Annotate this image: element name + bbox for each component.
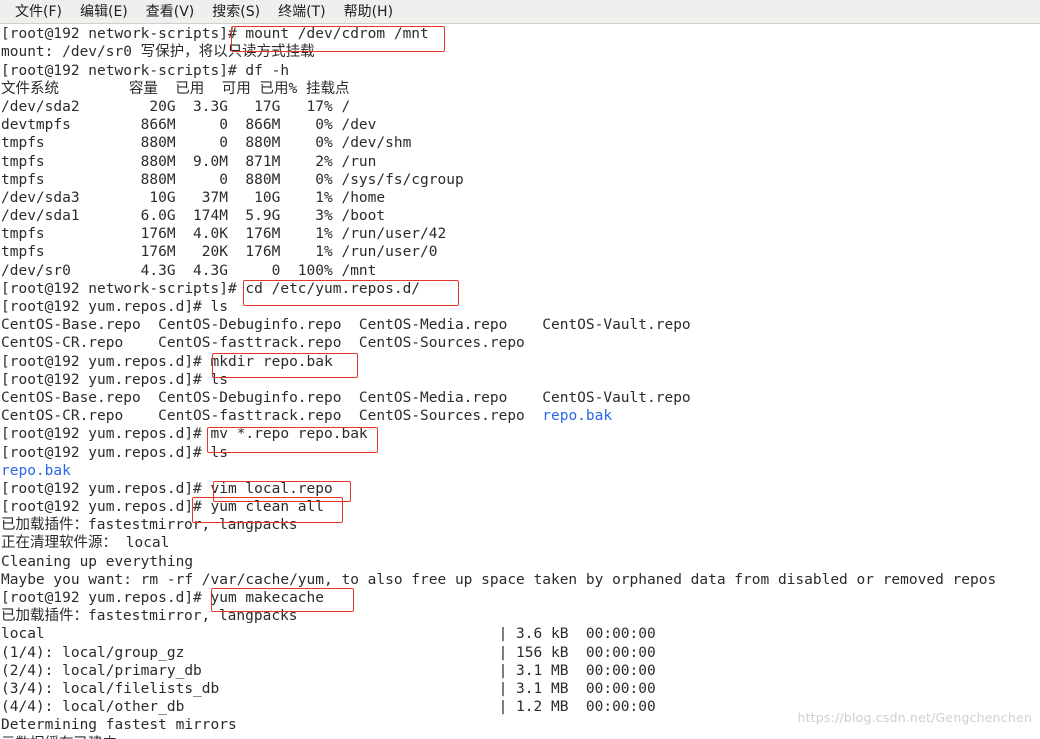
terminal-line-text: Maybe you want: rm -rf /var/cache/yum, t…: [1, 571, 997, 588]
terminal-line: Cleaning up everything: [0, 553, 1040, 571]
terminal-line: [root@192 yum.repos.d]# vim local.repo: [0, 480, 1040, 498]
terminal-line: /dev/sda1 6.0G 174M 5.9G 3% /boot: [0, 207, 1040, 225]
terminal-line-text: tmpfs 880M 9.0M 871M 2% /run: [1, 153, 377, 170]
terminal-line: devtmpfs 866M 0 866M 0% /dev: [0, 116, 1040, 134]
terminal-line: tmpfs 880M 0 880M 0% /sys/fs/cgroup: [0, 171, 1040, 189]
terminal-line-text: local | 3.6 kB 00:00:00: [1, 626, 656, 643]
terminal-line: tmpfs 880M 0 880M 0% /dev/shm: [0, 134, 1040, 152]
terminal-output-area[interactable]: mount: /dev/sr0 写保护, 将以只读方式挂载[root@192 n…: [0, 24, 1040, 739]
menu-item-edit[interactable]: 编辑(E): [71, 1, 137, 23]
terminal-line-text: CentOS-Base.repo CentOS-Debuginfo.repo C…: [1, 389, 691, 406]
terminal-line-text: [root@192 network-scripts]# df -h: [1, 62, 290, 79]
terminal-line-text: [root@192 yum.repos.d]# yum clean all: [1, 499, 325, 516]
terminal-line-text: (4/4): local/other_db | 1.2 MB 00:00:00: [1, 699, 656, 716]
terminal-line: tmpfs 880M 9.0M 871M 2% /run: [0, 153, 1040, 171]
terminal-line: [root@192 yum.repos.d]# ls: [0, 444, 1040, 462]
terminal-line: [root@192 network-scripts]# df -h: [0, 62, 1040, 80]
terminal-line-text: /dev/sda1 6.0G 174M 5.9G 3% /boot: [1, 208, 386, 225]
watermark-text: https://blog.csdn.net/Gengchenchen: [797, 710, 1032, 725]
terminal-line: tmpfs 176M 20K 176M 1% /run/user/0: [0, 243, 1040, 261]
terminal-line-text: (2/4): local/primary_db | 3.1 MB 00:00:0…: [1, 662, 656, 679]
terminal-line: [root@192 yum.repos.d]# yum makecache: [0, 589, 1040, 607]
menu-item-terminal[interactable]: 终端(T): [269, 1, 334, 23]
terminal-line-text: Cleaning up everything: [1, 553, 194, 570]
terminal-line: 正在清理软件源： local: [0, 534, 1040, 552]
terminal-line-text: [root@192 network-scripts]# mount /dev/c…: [1, 26, 429, 43]
terminal-line: 已加载插件：fastestmirror, langpacks: [0, 516, 1040, 534]
menu-item-file[interactable]: 文件(F): [6, 1, 71, 23]
terminal-line: [root@192 yum.repos.d]# ls: [0, 371, 1040, 389]
terminal-line-text: /dev/sda2 20G 3.3G 17G 17% /: [1, 98, 351, 115]
terminal-line-text: 已加载插件：fastestmirror, langpacks: [1, 517, 298, 534]
directory-name: repo.bak: [1, 462, 71, 479]
terminal-line: (3/4): local/filelists_db | 3.1 MB 00:00…: [0, 680, 1040, 698]
terminal-line: CentOS-CR.repo CentOS-fasttrack.repo Cen…: [0, 407, 1040, 425]
terminal-line-text: 已加载插件：fastestmirror, langpacks: [1, 608, 298, 625]
terminal-line-text: [root@192 yum.repos.d]# mv *.repo repo.b…: [1, 426, 368, 443]
terminal-line: /dev/sr0 4.3G 4.3G 0 100% /mnt: [0, 262, 1040, 280]
terminal-line-text: [root@192 yum.repos.d]# ls: [1, 371, 228, 388]
terminal-line: (1/4): local/group_gz | 156 kB 00:00:00: [0, 644, 1040, 662]
terminal-line: 元数据缓存已建立: [0, 735, 1040, 739]
terminal-screen: mount: /dev/sr0 写保护, 将以只读方式挂载[root@192 n…: [0, 24, 1040, 739]
terminal-line-text: CentOS-Base.repo CentOS-Debuginfo.repo C…: [1, 317, 691, 334]
terminal-line: [root@192 yum.repos.d]# yum clean all: [0, 498, 1040, 516]
terminal-line-text: /dev/sda3 10G 37M 10G 1% /home: [1, 189, 386, 206]
terminal-line-text: tmpfs 880M 0 880M 0% /dev/shm: [1, 135, 412, 152]
terminal-line: 文件系统 容量 已用 可用 已用% 挂载点: [0, 80, 1040, 98]
terminal-line-text: 正在清理软件源： local: [1, 535, 170, 552]
terminal-line-text: [root@192 network-scripts]# cd /etc/yum.…: [1, 280, 421, 297]
terminal-line-text: Determining fastest mirrors: [1, 717, 237, 734]
terminal-line: [root@192 yum.repos.d]# mkdir repo.bak: [0, 353, 1040, 371]
terminal-line-text: [root@192 yum.repos.d]# mkdir repo.bak: [1, 353, 333, 370]
terminal-line-text: 文件系统 容量 已用 可用 已用% 挂载点: [1, 80, 350, 97]
menu-item-search[interactable]: 搜索(S): [203, 1, 269, 23]
terminal-line-text: tmpfs 880M 0 880M 0% /sys/fs/cgroup: [1, 171, 464, 188]
terminal-line-text: devtmpfs 866M 0 866M 0% /dev: [1, 117, 377, 134]
terminal-line: CentOS-Base.repo CentOS-Debuginfo.repo C…: [0, 316, 1040, 334]
terminal-line-text: CentOS-CR.repo CentOS-fasttrack.repo Cen…: [1, 408, 543, 425]
terminal-line: /dev/sda3 10G 37M 10G 1% /home: [0, 189, 1040, 207]
terminal-line: [root@192 network-scripts]# mount /dev/c…: [0, 25, 1040, 43]
terminal-line: 已加载插件：fastestmirror, langpacks: [0, 607, 1040, 625]
menu-item-help[interactable]: 帮助(H): [335, 1, 402, 23]
terminal-line-text: tmpfs 176M 4.0K 176M 1% /run/user/42: [1, 226, 447, 243]
terminal-line: tmpfs 176M 4.0K 176M 1% /run/user/42: [0, 225, 1040, 243]
terminal-line: CentOS-Base.repo CentOS-Debuginfo.repo C…: [0, 389, 1040, 407]
terminal-line-text: [root@192 yum.repos.d]# vim local.repo: [1, 480, 333, 497]
terminal-line-text: tmpfs 176M 20K 176M 1% /run/user/0: [1, 244, 438, 261]
terminal-line: [root@192 yum.repos.d]# ls: [0, 298, 1040, 316]
terminal-line-text: mount: /dev/sr0 写保护，将以只读方式挂载: [1, 44, 315, 61]
terminal-line-text: CentOS-CR.repo CentOS-fasttrack.repo Cen…: [1, 335, 525, 352]
terminal-line-text: (3/4): local/filelists_db | 3.1 MB 00:00…: [1, 680, 656, 697]
terminal-line: mount: /dev/sr0 写保护，将以只读方式挂载: [0, 43, 1040, 61]
terminal-line-text: 元数据缓存已建立: [1, 736, 117, 739]
terminal-line: local | 3.6 kB 00:00:00: [0, 625, 1040, 643]
terminal-line: /dev/sda2 20G 3.3G 17G 17% /: [0, 98, 1040, 116]
terminal-line: (2/4): local/primary_db | 3.1 MB 00:00:0…: [0, 662, 1040, 680]
terminal-line-text: [root@192 yum.repos.d]# ls: [1, 299, 228, 315]
menu-item-view[interactable]: 查看(V): [137, 1, 204, 23]
terminal-line-text: /dev/sr0 4.3G 4.3G 0 100% /mnt: [1, 262, 377, 279]
terminal-line: Maybe you want: rm -rf /var/cache/yum, t…: [0, 571, 1040, 589]
terminal-line: [root@192 network-scripts]# cd /etc/yum.…: [0, 280, 1040, 298]
terminal-line-text: [root@192 yum.repos.d]# yum makecache: [1, 590, 325, 606]
terminal-line-text: (1/4): local/group_gz | 156 kB 00:00:00: [1, 644, 656, 661]
terminal-line: repo.bak: [0, 462, 1040, 480]
terminal-line: [root@192 yum.repos.d]# mv *.repo repo.b…: [0, 425, 1040, 443]
menu-bar: 文件(F) 编辑(E) 查看(V) 搜索(S) 终端(T) 帮助(H): [0, 0, 1040, 24]
terminal-line-text: [root@192 yum.repos.d]# ls: [1, 444, 228, 461]
directory-name: repo.bak: [542, 408, 613, 425]
terminal-line: CentOS-CR.repo CentOS-fasttrack.repo Cen…: [0, 334, 1040, 352]
